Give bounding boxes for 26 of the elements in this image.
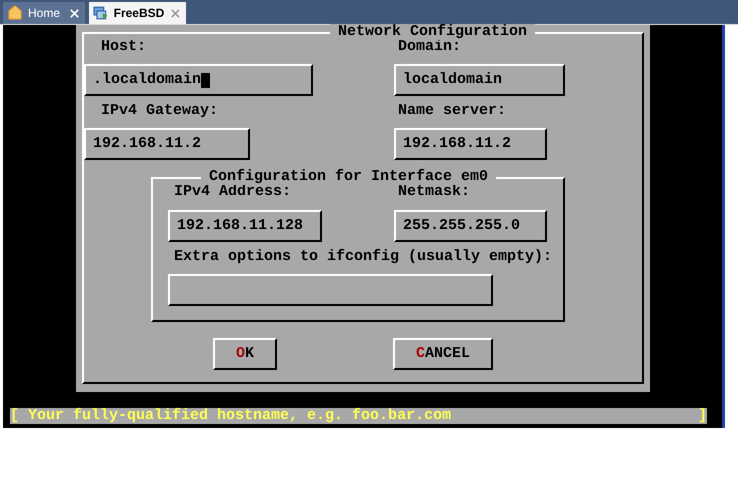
dialog-button[interactable]: CANCEL <box>393 338 493 370</box>
tab[interactable]: FreeBSD <box>89 2 186 24</box>
input-field[interactable]: localdomain <box>394 64 565 96</box>
input-field[interactable]: 192.168.11.128 <box>168 210 322 242</box>
group-title: Configuration for Interface em0 <box>201 169 496 185</box>
field-label: Host: <box>101 39 148 55</box>
status-text: [ Your fully-qualified hostname, e.g. foo.bar.com <box>10 408 452 424</box>
close-icon[interactable] <box>68 6 81 20</box>
field-label: Extra options to ifconfig (usually empty): <box>174 249 554 265</box>
dialog-title: Network Configuration <box>330 24 536 40</box>
close-icon[interactable] <box>169 6 182 20</box>
input-field[interactable]: 255.255.255.0 <box>394 210 547 242</box>
field-label: Name server: <box>398 103 506 119</box>
field-label: IPv4 Address: <box>174 184 292 200</box>
input-field[interactable]: 192.168.11.2 <box>394 128 547 160</box>
input-field[interactable]: 192.168.11.2 <box>84 128 250 160</box>
virtual-machine-icon <box>93 5 109 21</box>
input-field[interactable] <box>168 274 493 306</box>
home-icon <box>7 5 23 21</box>
field-label: Netmask: <box>398 184 470 200</box>
dialog-button[interactable]: OK <box>213 338 277 370</box>
input-field[interactable]: .localdomain <box>84 64 313 96</box>
field-label: Domain: <box>398 39 462 55</box>
status-bracket: ] <box>698 408 707 424</box>
tab[interactable]: Home <box>3 2 85 24</box>
field-label: IPv4 Gateway: <box>101 103 220 119</box>
